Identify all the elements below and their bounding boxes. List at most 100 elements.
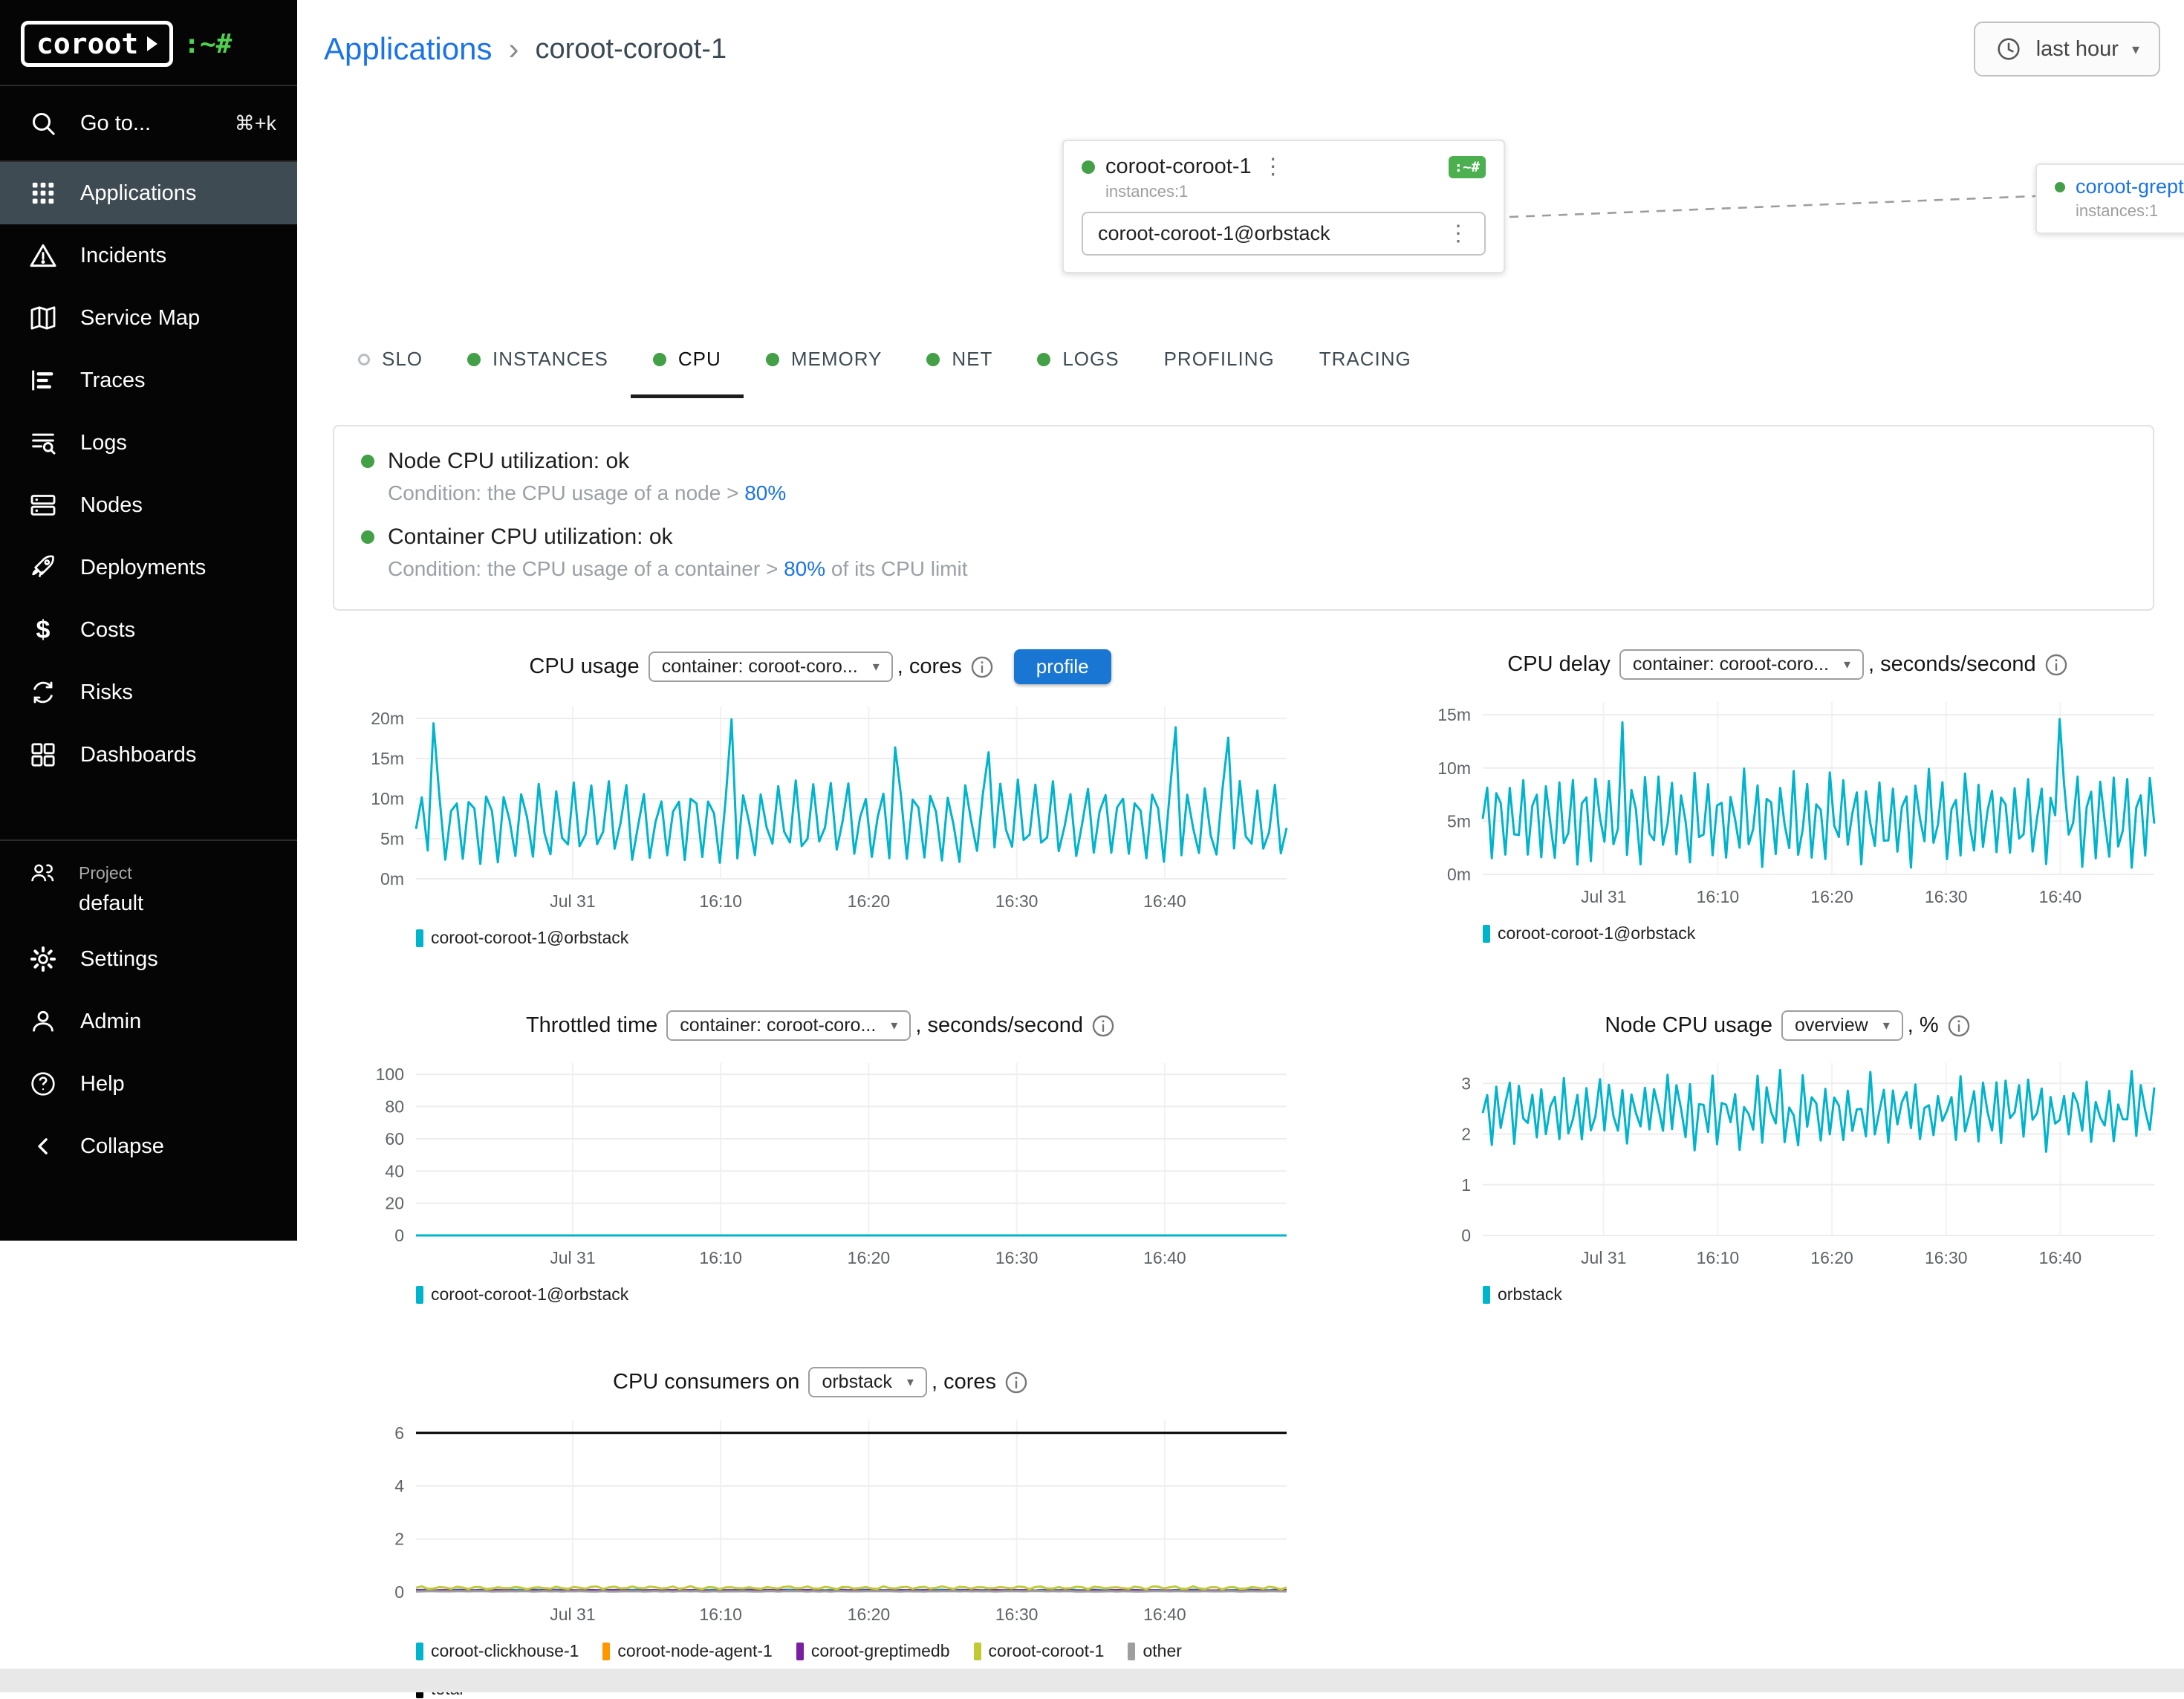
threshold-link[interactable]: 80%	[744, 481, 786, 504]
svg-text:16:30: 16:30	[995, 1605, 1039, 1624]
chart-plot: Jul 3116:1016:2016:3016:40020406080100	[333, 1051, 1307, 1277]
alert-triangle-icon	[28, 241, 58, 270]
tab-logs[interactable]: LOGS	[1015, 324, 1141, 398]
chart-title: Throttled time container: coroot-coro...…	[333, 1010, 1307, 1041]
chart-cpu-delay: CPU delay container: coroot-coro... ▾ , …	[1400, 649, 2175, 948]
sidebar: coroot :~# Go to... ⌘+k Applications Inc…	[0, 0, 297, 1241]
legend-item[interactable]: coroot-coroot-1@orbstack	[1483, 923, 1695, 943]
threshold-link[interactable]: 80%	[784, 557, 825, 580]
application-card[interactable]: coroot-coroot-1 ⋮ :~# instances:1 coroot…	[1062, 140, 1505, 273]
terminal-badge[interactable]: :~#	[1449, 156, 1486, 178]
breadcrumb: Applications › coroot-coroot-1	[324, 31, 727, 67]
chevron-left-icon	[28, 1131, 58, 1161]
sidebar-item-costs[interactable]: $ Costs	[0, 599, 297, 661]
svg-text:40: 40	[385, 1161, 404, 1180]
sidebar-item-nodes[interactable]: Nodes	[0, 474, 297, 536]
svg-text:0m: 0m	[380, 869, 404, 889]
sidebar-item-service-map[interactable]: Service Map	[0, 287, 297, 349]
chart-title: CPU consumers on orbstack ▾ , cores	[333, 1367, 1307, 1397]
sidebar-item-risks[interactable]: Risks	[0, 661, 297, 724]
series-selector-dropdown[interactable]: overview ▾	[1781, 1010, 1903, 1041]
rocket-icon	[28, 553, 58, 582]
application-title: coroot-coroot-1	[1105, 155, 1252, 179]
project-label: Project	[79, 863, 132, 883]
info-icon[interactable]	[1005, 1371, 1027, 1394]
sidebar-item-label: Settings	[80, 947, 158, 972]
tab-label: INSTANCES	[493, 348, 608, 371]
linked-app-card[interactable]: coroot-greptimedb instances:1	[2035, 163, 2184, 234]
kebab-menu-icon[interactable]: ⋮	[1447, 223, 1469, 245]
tab-instances[interactable]: INSTANCES	[445, 324, 631, 398]
tab-net[interactable]: NET	[904, 324, 1015, 398]
tab-memory[interactable]: MEMORY	[744, 324, 905, 398]
sidebar-item-label: Collapse	[80, 1134, 164, 1159]
profile-button[interactable]: profile	[1014, 649, 1111, 684]
sidebar-item-admin[interactable]: Admin	[0, 990, 297, 1053]
info-icon[interactable]	[971, 656, 993, 678]
sidebar-item-label: Deployments	[80, 556, 206, 580]
chart-throttled-time: Throttled time container: coroot-coro...…	[333, 1010, 1307, 1305]
instances-count: instances:1	[2076, 201, 2184, 221]
info-icon[interactable]	[2045, 654, 2067, 676]
info-icon[interactable]	[1092, 1015, 1114, 1037]
sidebar-goto[interactable]: Go to... ⌘+k	[0, 86, 297, 160]
sidebar-item-incidents[interactable]: Incidents	[0, 224, 297, 287]
coroot-logo[interactable]: coroot :~#	[0, 0, 297, 85]
sidebar-item-help[interactable]: Help	[0, 1053, 297, 1115]
tab-tracing[interactable]: TRACING	[1297, 324, 1434, 398]
chart-title-text: Throttled time	[526, 1013, 657, 1038]
svg-text:16:10: 16:10	[1697, 1248, 1740, 1267]
sidebar-item-dashboards[interactable]: Dashboards	[0, 724, 297, 786]
series-selector-dropdown[interactable]: container: coroot-coro... ▾	[1619, 649, 1864, 680]
series-selector-dropdown[interactable]: container: coroot-coro... ▾	[666, 1010, 911, 1041]
svg-text:0: 0	[394, 1582, 404, 1602]
legend-item[interactable]: coroot-coroot-1@orbstack	[416, 1284, 628, 1305]
project-selector[interactable]: Project default	[0, 841, 297, 928]
legend-item[interactable]: coroot-node-agent-1	[602, 1641, 772, 1661]
svg-text:16:30: 16:30	[995, 1248, 1039, 1267]
apps-grid-icon	[28, 178, 58, 208]
legend-label: coroot-coroot-1@orbstack	[431, 1284, 628, 1305]
goto-shortcut: ⌘+k	[235, 112, 276, 135]
svg-text:10m: 10m	[1437, 758, 1471, 778]
legend-item[interactable]: coroot-greptimedb	[796, 1641, 950, 1661]
instance-chip[interactable]: coroot-coroot-1@orbstack ⋮	[1082, 212, 1486, 256]
svg-text:Jul 31: Jul 31	[550, 1248, 595, 1267]
people-icon	[28, 859, 56, 887]
chevron-down-icon: ▾	[891, 1018, 897, 1033]
sidebar-item-settings[interactable]: Settings	[0, 928, 297, 990]
cycle-arrows-icon	[28, 678, 58, 707]
chevron-down-icon: ▾	[907, 1374, 914, 1390]
linked-app-link[interactable]: coroot-greptimedb	[2076, 175, 2184, 198]
svg-text:60: 60	[385, 1129, 404, 1149]
chart-legend: coroot-coroot-1@orbstack	[416, 1284, 1307, 1305]
sidebar-item-traces[interactable]: Traces	[0, 349, 297, 412]
sidebar-item-applications[interactable]: Applications	[0, 162, 297, 224]
top-bar: Applications › coroot-coroot-1 last hour…	[297, 0, 2184, 98]
series-selector-dropdown[interactable]: container: coroot-coro... ▾	[649, 652, 893, 682]
sidebar-item-deployments[interactable]: Deployments	[0, 536, 297, 599]
sidebar-item-label: Applications	[80, 181, 196, 206]
tab-profiling[interactable]: PROFILING	[1142, 324, 1297, 398]
svg-text:5m: 5m	[1447, 811, 1471, 831]
legend-item[interactable]: coroot-coroot-1@orbstack	[416, 928, 628, 948]
legend-item[interactable]: other	[1128, 1641, 1181, 1661]
legend-item[interactable]: orbstack	[1483, 1284, 1562, 1305]
info-icon[interactable]	[1948, 1015, 1970, 1037]
tab-cpu[interactable]: CPU	[631, 324, 744, 398]
tab-slo[interactable]: SLO	[336, 324, 445, 398]
sidebar-item-logs[interactable]: Logs	[0, 412, 297, 474]
legend-item[interactable]: coroot-coroot-1	[974, 1641, 1105, 1661]
chart-title-text: Node CPU usage	[1605, 1013, 1772, 1038]
svg-text:16:40: 16:40	[1143, 891, 1186, 911]
checks-panel: Node CPU utilization: ok Condition: the …	[333, 425, 2154, 611]
logo-text: coroot	[36, 27, 138, 60]
sidebar-item-label: Risks	[80, 680, 133, 705]
breadcrumb-applications-link[interactable]: Applications	[324, 31, 492, 67]
kebab-menu-icon[interactable]: ⋮	[1262, 156, 1284, 178]
chart-unit: , seconds/second	[1868, 652, 2036, 677]
legend-item[interactable]: coroot-clickhouse-1	[416, 1641, 579, 1661]
node-selector-dropdown[interactable]: orbstack ▾	[808, 1367, 927, 1397]
time-range-picker[interactable]: last hour ▾	[1974, 22, 2160, 77]
sidebar-item-collapse[interactable]: Collapse	[0, 1115, 297, 1177]
